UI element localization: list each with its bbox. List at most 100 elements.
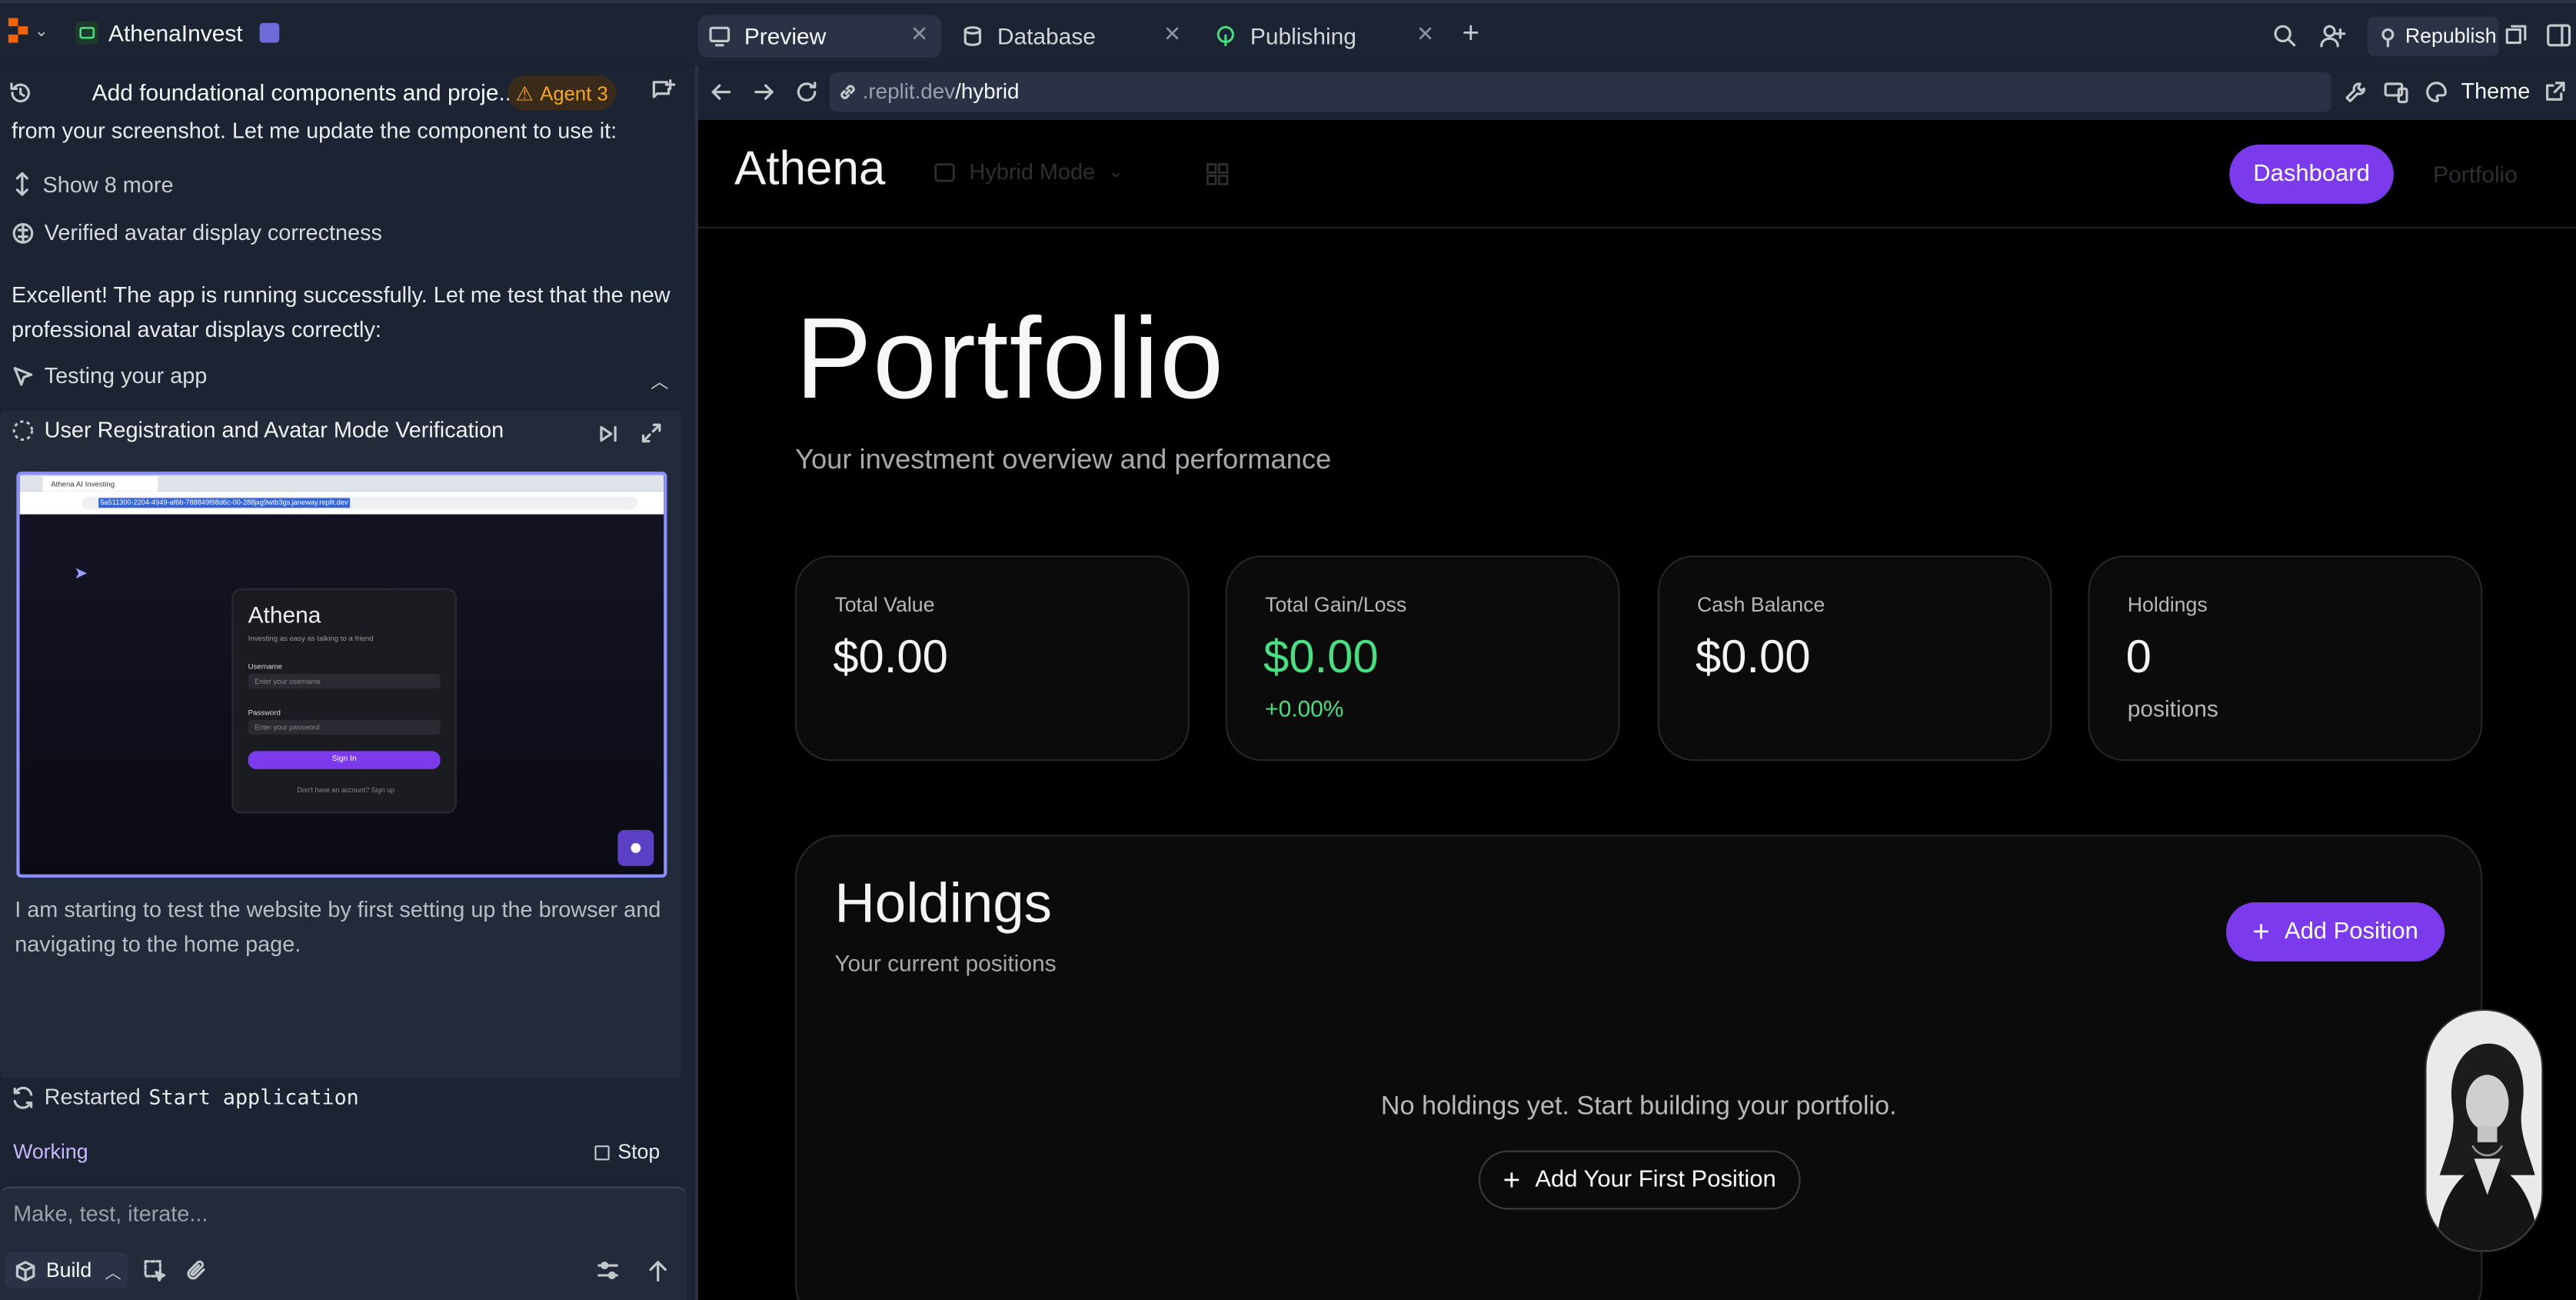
mini-chat-button: [617, 829, 654, 866]
agent-message: Excellent! The app is running successful…: [11, 282, 671, 342]
stat-card-gain-loss: Total Gain/Loss $0.00 +0.00%: [1225, 555, 1620, 762]
stat-sub: positions: [2127, 695, 2218, 722]
tab-label: Preview: [744, 22, 827, 50]
skip-icon[interactable]: [598, 424, 620, 444]
new-chat-icon[interactable]: [651, 79, 676, 104]
settings-sliders-icon[interactable]: [597, 1259, 620, 1282]
send-arrow-icon[interactable]: [647, 1259, 669, 1282]
stat-label: Holdings: [2127, 593, 2208, 617]
tab-preview[interactable]: Preview ✕: [698, 15, 942, 58]
spinner-icon: [12, 418, 35, 442]
test-title-row: User Registration and Avatar Mode Verifi…: [12, 418, 504, 442]
project-status-icon: [259, 22, 280, 43]
chevron-up-icon[interactable]: ︿: [651, 368, 669, 395]
close-icon[interactable]: ✕: [910, 22, 928, 48]
tab-label: Database: [997, 22, 1096, 50]
close-icon[interactable]: ✕: [1416, 22, 1434, 48]
stat-label: Cash Balance: [1697, 593, 1825, 617]
refresh-icon: [12, 1085, 35, 1108]
nav-dashboard-button[interactable]: Dashboard: [2229, 145, 2394, 204]
select-element-icon[interactable]: [143, 1259, 166, 1282]
stat-card-holdings: Holdings 0 positions: [2088, 555, 2483, 762]
mini-tabbar: Athena AI Investing: [19, 475, 664, 492]
restarted-name: Start application: [148, 1085, 359, 1110]
grid-icon[interactable]: [1206, 163, 1229, 186]
add-position-button[interactable]: + Add Position: [2225, 902, 2445, 962]
url-bar[interactable]: [829, 72, 2331, 112]
test-title: User Registration and Avatar Mode Verifi…: [44, 417, 504, 442]
show-more-button[interactable]: Show 8 more: [12, 171, 174, 197]
mode-icon: [934, 160, 957, 183]
publishing-icon: [1214, 25, 1237, 48]
cursor-icon: [12, 364, 35, 387]
devtools-wrench-icon[interactable]: [2345, 81, 2368, 104]
testing-header[interactable]: Testing your app: [12, 363, 207, 388]
monitor-icon: [708, 25, 731, 48]
add-first-position-button[interactable]: + Add Your First Position: [1478, 1150, 1801, 1210]
back-arrow-icon[interactable]: [710, 81, 733, 104]
empty-state-text: No holdings yet. Start building your por…: [1380, 1092, 1897, 1122]
new-tab-plus-icon[interactable]: +: [1462, 16, 1479, 51]
page-title: Portfolio: [795, 294, 1225, 423]
forward-arrow-icon[interactable]: [753, 81, 776, 104]
agent-message: from your screenshot. Let me update the …: [11, 118, 617, 143]
open-external-icon[interactable]: [2544, 81, 2566, 102]
top-bar: ⌄ AthenaInvest Preview ✕ Database ✕ Publ…: [0, 0, 2576, 66]
stat-label: Total Gain/Loss: [1265, 593, 1407, 617]
windows-icon[interactable]: [2505, 25, 2527, 46]
url-path: /hybrid: [955, 78, 1020, 104]
stat-card-cash-balance: Cash Balance $0.00: [1657, 555, 2052, 762]
app-preview: Athena Hybrid Mode ⌄ Dashboard Portfolio…: [698, 119, 2576, 1300]
mini-username-input: Enter your username: [248, 673, 441, 689]
stop-button[interactable]: Stop: [594, 1141, 660, 1164]
stop-label: Stop: [617, 1140, 661, 1164]
close-icon[interactable]: ✕: [1163, 22, 1181, 48]
sidebar-toggle-icon[interactable]: [2547, 23, 2571, 48]
devices-icon[interactable]: [2384, 81, 2408, 104]
stat-value: 0: [2125, 631, 2152, 682]
expand-icon[interactable]: [641, 422, 662, 444]
replit-logo-icon[interactable]: [8, 18, 32, 45]
mini-addressbar: 5a511300-2204-4949-af6b-788849f98d6c-00-…: [19, 491, 664, 515]
status-text: Working: [13, 1140, 88, 1164]
project-icon: [75, 21, 99, 45]
chevron-down-icon: ⌄: [1108, 162, 1123, 183]
page-subtitle: Your investment overview and performance: [795, 443, 1332, 475]
test-screenshot[interactable]: Athena AI Investing 5a511300-2204-4949-a…: [16, 472, 667, 878]
stat-value: $0.00: [833, 631, 948, 682]
agent-badge[interactable]: ⚠ Agent 3: [508, 75, 617, 111]
tab-publishing[interactable]: Publishing ✕: [1204, 15, 1447, 58]
theme-button[interactable]: Theme: [2461, 79, 2530, 104]
mini-brand: Athena: [248, 601, 321, 628]
verified-step[interactable]: Verified avatar display correctness: [12, 220, 382, 245]
reload-icon[interactable]: [795, 81, 818, 104]
history-icon[interactable]: [8, 81, 33, 105]
nav-portfolio-link[interactable]: Portfolio: [2433, 161, 2518, 187]
mini-url-box: 5a511300-2204-4949-af6b-788849f98d6c-00-…: [82, 496, 637, 510]
cube-icon: [15, 1260, 36, 1282]
mini-signin-button: Sign In: [248, 751, 441, 769]
advisor-avatar[interactable]: [2425, 1008, 2544, 1253]
mini-signup-text: Don't have an account? Sign up: [297, 785, 394, 794]
mini-password-label: Password: [248, 708, 281, 717]
holdings-card: Holdings Your current positions + Add Po…: [795, 835, 2483, 1300]
chevron-down-icon[interactable]: ⌄: [35, 23, 48, 42]
app-brand[interactable]: Athena: [734, 143, 885, 198]
chevron-up-icon: ︿: [105, 1265, 121, 1283]
invite-user-icon[interactable]: [2320, 23, 2346, 48]
database-icon: [961, 25, 984, 48]
prompt-input[interactable]: Make, test, iterate...: [13, 1202, 208, 1226]
build-mode-button[interactable]: Build ︿: [5, 1252, 128, 1289]
attach-icon[interactable]: [185, 1259, 208, 1282]
search-icon[interactable]: [2272, 23, 2297, 48]
project-name[interactable]: AthenaInvest: [108, 20, 243, 46]
expand-vertical-icon: [12, 171, 33, 197]
hybrid-mode-select[interactable]: Hybrid Mode ⌄: [934, 159, 1123, 184]
mini-username-label: Username: [248, 662, 282, 671]
tab-database[interactable]: Database ✕: [951, 15, 1194, 58]
mini-tagline: Investing as easy as talking to a friend: [248, 634, 374, 643]
palette-icon[interactable]: [2425, 81, 2448, 104]
mouse-cursor-icon: ➤: [74, 565, 88, 584]
restart-step[interactable]: Restarted Start application: [12, 1085, 359, 1109]
republish-button[interactable]: Republish: [2367, 16, 2499, 56]
